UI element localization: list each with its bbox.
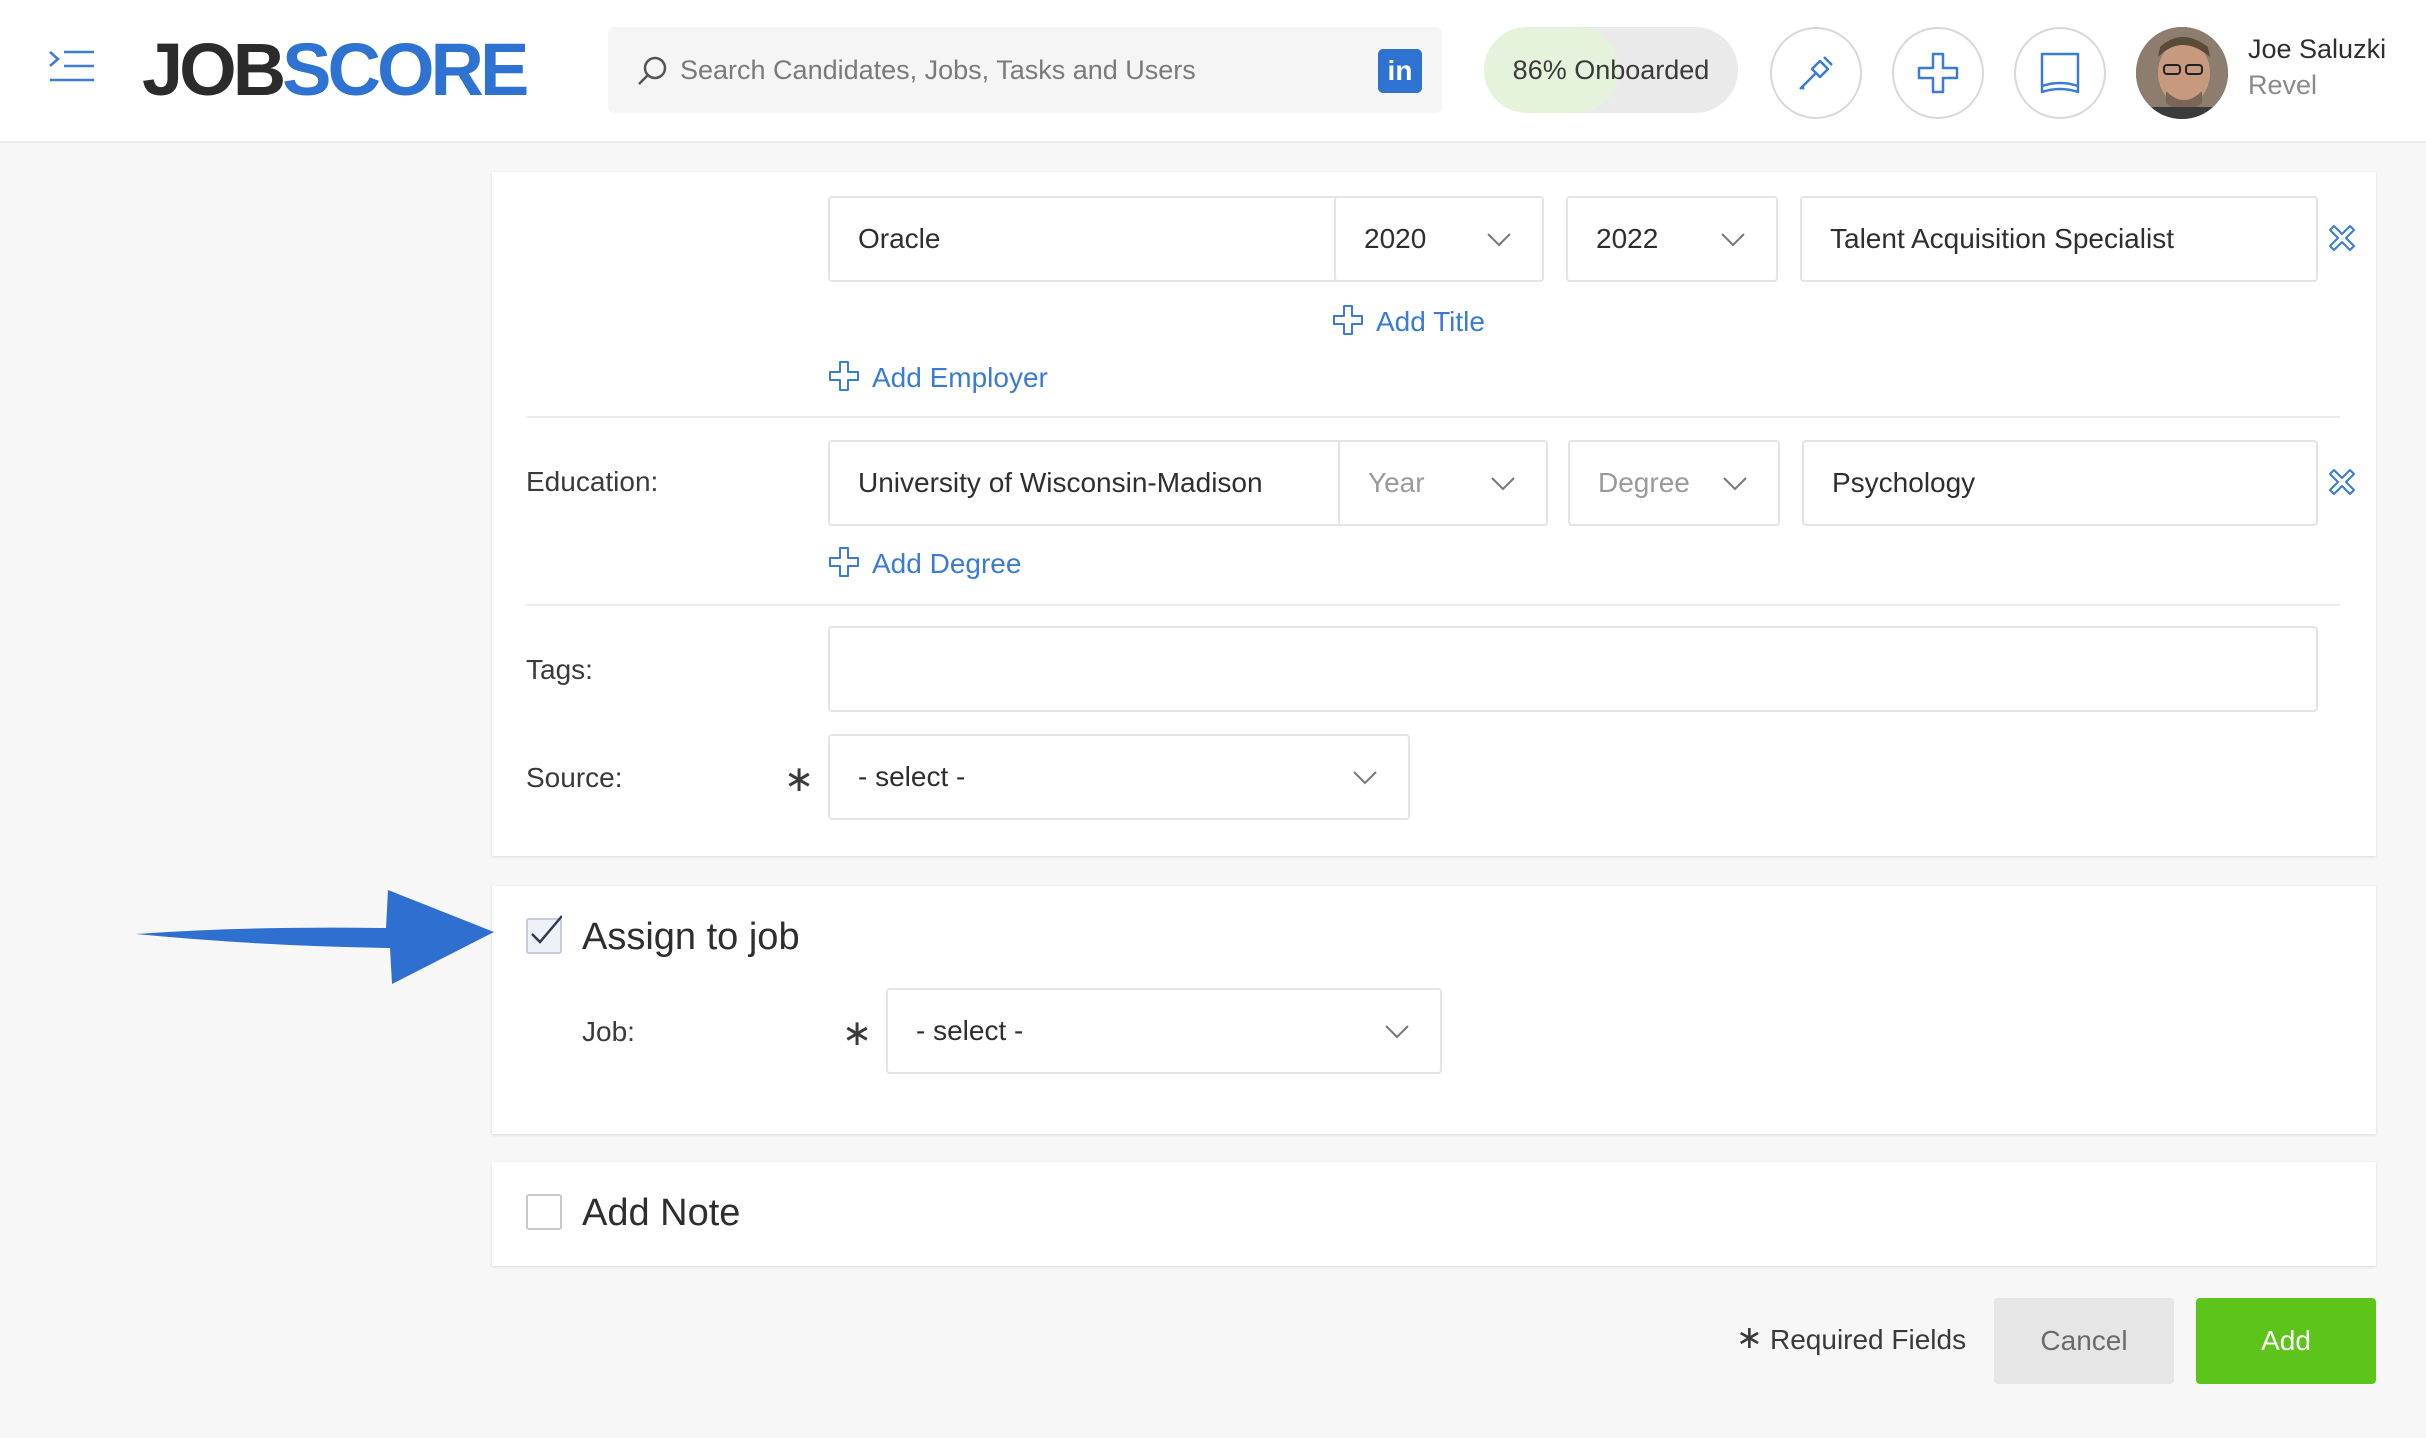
avatar-photo (2136, 27, 2228, 119)
logo-job-text: JOB (142, 28, 286, 111)
assign-job-label[interactable]: Assign to job (582, 916, 800, 959)
chevron-down-icon (1487, 233, 1511, 247)
job-select[interactable]: - select - (886, 988, 1442, 1074)
end-year-value: 2022 (1596, 223, 1659, 254)
tags-label: Tags: (526, 654, 593, 685)
add-button[interactable]: Add (2196, 1298, 2376, 1384)
logo-score-text: SCORE (282, 28, 529, 111)
plus-icon (829, 547, 859, 577)
onboarding-progress-label: 86% Onboarded (1512, 55, 1710, 85)
job-label: Job: (582, 1016, 635, 1047)
onboarding-progress[interactable]: 86% Onboarded (1484, 27, 1738, 113)
required-asterisk: ∗ (1736, 1319, 1763, 1355)
education-year-select[interactable]: Year (1338, 440, 1548, 526)
add-note-label[interactable]: Add Note (582, 1192, 740, 1235)
end-year-select[interactable]: 2022 (1566, 196, 1778, 282)
search-icon (638, 56, 667, 85)
add-note-card: Add Note (492, 1162, 2376, 1266)
chevron-down-icon (1385, 1025, 1409, 1039)
user-organization: Revel (2248, 70, 2318, 100)
cancel-button[interactable]: Cancel (1994, 1298, 2174, 1384)
pointer-arrow-icon (136, 890, 494, 984)
section-divider (526, 604, 2340, 606)
education-year-value: Year (1368, 467, 1425, 498)
degree-select[interactable]: Degree (1568, 440, 1780, 526)
assign-job-card: Assign to job Job: ∗ - select - (492, 886, 2376, 1134)
chevron-down-icon (1353, 771, 1377, 785)
plus-icon (1917, 52, 1959, 94)
start-year-value: 2020 (1364, 223, 1427, 254)
remove-degree-icon[interactable] (2326, 466, 2358, 498)
wrench-icon (1799, 56, 1833, 90)
plus-icon (829, 361, 859, 391)
school-input[interactable]: University of Wisconsin-Madison (828, 440, 1354, 526)
search-input[interactable] (680, 45, 1340, 95)
book-icon (2040, 52, 2080, 94)
linkedin-icon[interactable]: in (1378, 49, 1422, 93)
required-asterisk: ∗ (784, 758, 815, 799)
plus-icon (1333, 305, 1363, 335)
search-bar: in (608, 27, 1442, 113)
user-name[interactable]: Joe Saluzki (2248, 34, 2386, 65)
chevron-down-icon (1721, 233, 1745, 247)
add-note-checkbox[interactable] (526, 1194, 562, 1230)
checkmark-icon (531, 915, 562, 944)
start-year-select[interactable]: 2020 (1334, 196, 1544, 282)
top-header: JOBSCORE in 86% Onboarded (0, 0, 2426, 143)
major-input[interactable]: Psychology (1802, 440, 2318, 526)
education-label: Education: (526, 466, 659, 497)
add-title-link[interactable]: Add Title (1376, 306, 1485, 338)
required-fields-note: Required Fields (1770, 1324, 1967, 1355)
section-divider (526, 416, 2340, 418)
job-title-input[interactable]: Talent Acquisition Specialist (1800, 196, 2318, 282)
degree-value: Degree (1598, 467, 1690, 498)
help-guide-button[interactable] (2014, 27, 2106, 119)
source-label: Source: (526, 762, 623, 793)
menu-icon[interactable] (48, 46, 96, 86)
candidate-form-card: Oracle 2020 2022 Talent Acquisition Spec… (492, 172, 2376, 856)
chevron-down-icon (1723, 477, 1747, 491)
add-employer-link[interactable]: Add Employer (872, 362, 1048, 394)
chevron-down-icon (1491, 477, 1515, 491)
employer-input[interactable]: Oracle (828, 196, 1352, 282)
quick-add-button[interactable] (1892, 27, 1984, 119)
assign-job-checkbox[interactable] (526, 915, 562, 954)
tools-button[interactable] (1770, 27, 1862, 119)
job-select-value: - select - (916, 1015, 1024, 1046)
remove-employer-icon[interactable] (2326, 222, 2358, 254)
jobscore-logo[interactable]: JOBSCORE (142, 28, 529, 112)
source-select[interactable]: - select - (828, 734, 1410, 820)
tags-input[interactable] (828, 626, 2318, 712)
user-avatar[interactable] (2136, 27, 2228, 119)
required-asterisk: ∗ (842, 1012, 873, 1053)
source-value: - select - (858, 761, 966, 792)
add-degree-link[interactable]: Add Degree (872, 548, 1021, 580)
